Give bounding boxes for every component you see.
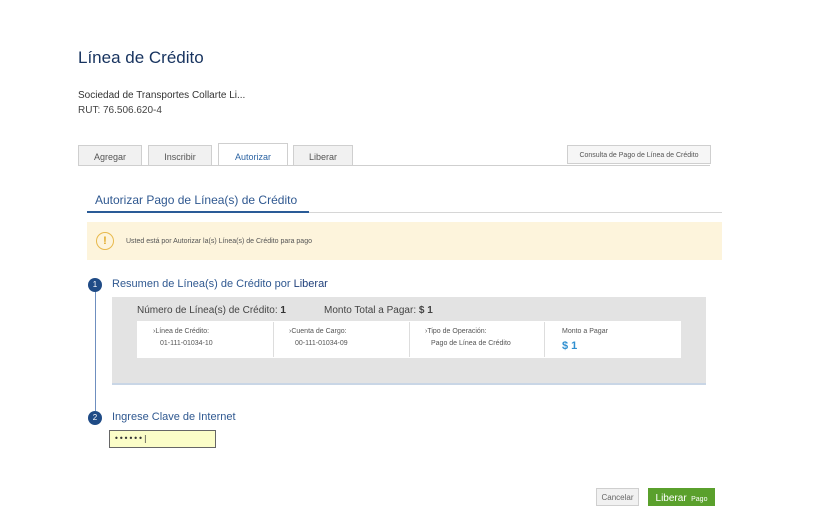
step-1-title-text: Resumen de Línea(s) de Crédito por [112, 278, 291, 290]
liberar-pago-button[interactable]: Liberar Pago [648, 488, 715, 506]
summary-count-label: Número de Línea(s) de Crédito: [137, 305, 278, 316]
col-linea-label: ›Línea de Crédito: [153, 328, 210, 335]
table-separator [273, 322, 274, 357]
section-title: Autorizar Pago de Línea(s) de Crédito [95, 193, 298, 207]
col-monto-value: $ 1 [562, 340, 578, 352]
tab-inscribir[interactable]: Inscribir [148, 145, 212, 165]
password-input[interactable]: ••••••| [109, 430, 216, 448]
tabs-divider [78, 165, 710, 166]
alert-text: Usted está por Autorizar la(s) Línea(s) … [126, 238, 312, 245]
col-tipo-value: Pago de Línea de Crédito [431, 340, 511, 347]
company-name: Sociedad de Transportes Collarte Li... [78, 90, 246, 101]
tab-autorizar[interactable]: Autorizar [218, 143, 288, 166]
cancel-button[interactable]: Cancelar [596, 488, 639, 506]
exclamation-icon: ! [96, 232, 114, 250]
step-1-liberar-link[interactable]: Liberar [294, 278, 328, 290]
step-2-title: Ingrese Clave de Internet [112, 411, 236, 423]
tab-agregar[interactable]: Agregar [78, 145, 142, 165]
step-2-badge: 2 [88, 411, 102, 425]
section-underline [87, 211, 309, 213]
summary-total-label: Monto Total a Pagar: [324, 305, 417, 316]
col-tipo-label: ›Tipo de Operación: [425, 328, 487, 335]
liberar-pago-label: Liberar [655, 493, 687, 504]
step-connector [95, 291, 96, 411]
company-rut: RUT: 76.506.620-4 [78, 105, 162, 116]
col-cuenta-label: ›Cuenta de Cargo: [289, 328, 347, 335]
summary-count: Número de Línea(s) de Crédito: 1 [137, 305, 286, 316]
table-separator [409, 322, 410, 357]
page-title: Línea de Crédito [78, 48, 204, 67]
consulta-pago-button[interactable]: Consulta de Pago de Línea de Crédito [567, 145, 711, 164]
table-separator [544, 322, 545, 357]
liberar-pago-sublabel: Pago [691, 496, 708, 503]
section-divider [309, 212, 722, 213]
summary-total: Monto Total a Pagar: $ 1 [324, 305, 433, 316]
col-linea-value: 01-111-01034-10 [160, 340, 213, 347]
tab-liberar[interactable]: Liberar [293, 145, 353, 165]
summary-count-value: 1 [280, 305, 286, 316]
summary-total-value: $ 1 [418, 305, 433, 316]
step-1-title: Resumen de Línea(s) de Crédito por Liber… [112, 278, 328, 290]
col-cuenta-value: 00-111-01034-09 [295, 340, 348, 347]
step-1-badge: 1 [88, 278, 102, 292]
col-monto-label: Monto a Pagar [562, 328, 608, 335]
